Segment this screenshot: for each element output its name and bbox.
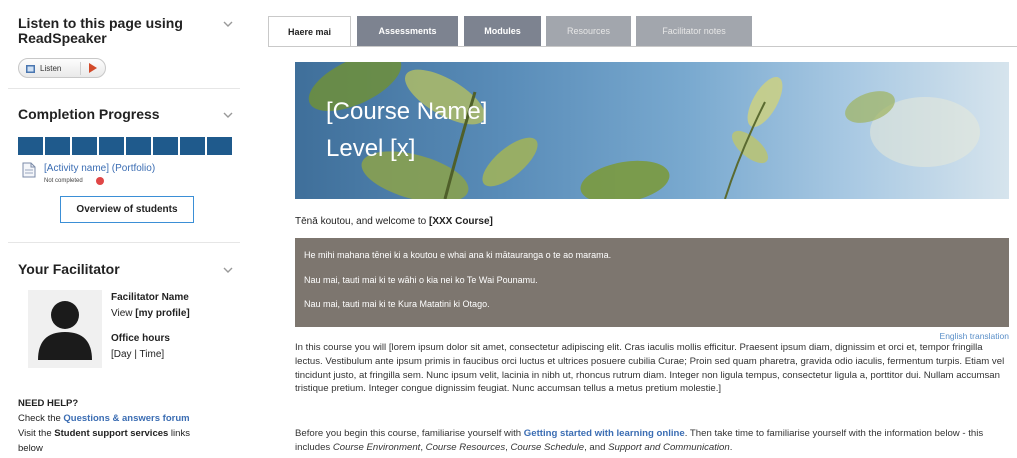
progress-segment[interactable] bbox=[153, 137, 178, 155]
facilitator-block-title: Your Facilitator bbox=[18, 262, 240, 277]
listen-label: Listen bbox=[40, 63, 62, 73]
tab-assessments[interactable]: Assessments bbox=[357, 16, 458, 46]
sidebar: Listen to this page using ReadSpeaker Li… bbox=[0, 0, 245, 458]
maori-line: Nau mai, tauti mai ki te Kura Matatini k… bbox=[304, 299, 490, 309]
divider bbox=[8, 242, 240, 243]
play-icon[interactable] bbox=[89, 63, 97, 73]
maori-greeting-box: He mihi mahana tēnei ki a koutou e whai … bbox=[295, 238, 1009, 327]
user-avatar-icon bbox=[28, 290, 102, 368]
help-line-support: Visit the Student support services links bbox=[18, 428, 190, 439]
my-profile-link[interactable]: [my profile] bbox=[135, 308, 189, 319]
listen-button[interactable]: Listen bbox=[18, 58, 106, 78]
progress-segment[interactable] bbox=[126, 137, 151, 155]
tab-modules[interactable]: Modules bbox=[464, 16, 541, 46]
divider bbox=[8, 88, 240, 89]
getting-started-link[interactable]: Getting started with learning online bbox=[524, 428, 685, 439]
course-banner: [Course Name] Level [x] bbox=[295, 62, 1009, 199]
completion-progress-bar[interactable] bbox=[18, 137, 232, 155]
progress-segment[interactable] bbox=[45, 137, 70, 155]
welcome-text: Tēnā koutou, and welcome to [XXX Course] bbox=[295, 216, 493, 227]
chevron-down-icon[interactable] bbox=[222, 109, 234, 121]
chevron-down-icon[interactable] bbox=[222, 18, 234, 30]
progress-segment[interactable] bbox=[72, 137, 97, 155]
tab-haere-mai[interactable]: Haere mai bbox=[268, 16, 351, 47]
tab-resources[interactable]: Resources bbox=[546, 16, 631, 46]
progress-segment[interactable] bbox=[207, 137, 232, 155]
office-hours-value: [Day | Time] bbox=[111, 349, 165, 360]
speaker-icon bbox=[25, 62, 37, 74]
english-translation-link[interactable]: English translation bbox=[940, 331, 1009, 341]
status-dot-icon bbox=[96, 177, 104, 185]
questions-answers-forum-link[interactable]: Questions & answers forum bbox=[63, 413, 189, 424]
progress-segment[interactable] bbox=[99, 137, 124, 155]
maori-line: Nau mai, tauti mai ki te wāhi o kia nei … bbox=[304, 275, 538, 285]
getting-started-paragraph: Before you begin this course, familiaris… bbox=[295, 428, 984, 453]
banner-level: Level [x] bbox=[326, 135, 416, 162]
completion-block-title: Completion Progress bbox=[18, 107, 240, 122]
student-support-services: Student support services bbox=[54, 428, 169, 439]
facilitator-profile: View [my profile] bbox=[111, 308, 190, 319]
activity-status: Not completed bbox=[44, 178, 83, 184]
readspeaker-block-title: Listen to this page using ReadSpeaker bbox=[18, 16, 240, 46]
overview-of-students-button[interactable]: Overview of students bbox=[60, 196, 194, 223]
tab-facilitator-notes[interactable]: Facilitator notes bbox=[636, 16, 752, 46]
need-help-heading: NEED HELP? bbox=[18, 398, 79, 409]
banner-leaves-image bbox=[308, 62, 980, 199]
progress-segment[interactable] bbox=[180, 137, 205, 155]
facilitator-name: Facilitator Name bbox=[111, 292, 189, 303]
maori-line: He mihi mahana tēnei ki a koutou e whai … bbox=[304, 250, 612, 260]
document-icon bbox=[22, 162, 36, 178]
office-hours-label: Office hours bbox=[111, 333, 170, 344]
chevron-down-icon[interactable] bbox=[222, 264, 234, 276]
progress-segment[interactable] bbox=[18, 137, 43, 155]
listen-separator bbox=[80, 62, 81, 75]
help-line-forum: Check the Questions & answers forum bbox=[18, 413, 190, 424]
help-line-below: below bbox=[18, 443, 43, 454]
activity-link[interactable]: [Activity name] (Portfolio) bbox=[44, 163, 155, 174]
banner-course-name: [Course Name] bbox=[326, 98, 488, 125]
tabs-divider bbox=[268, 46, 1017, 47]
course-intro-paragraph: In this course you will [lorem ipsum dol… bbox=[295, 342, 1005, 395]
